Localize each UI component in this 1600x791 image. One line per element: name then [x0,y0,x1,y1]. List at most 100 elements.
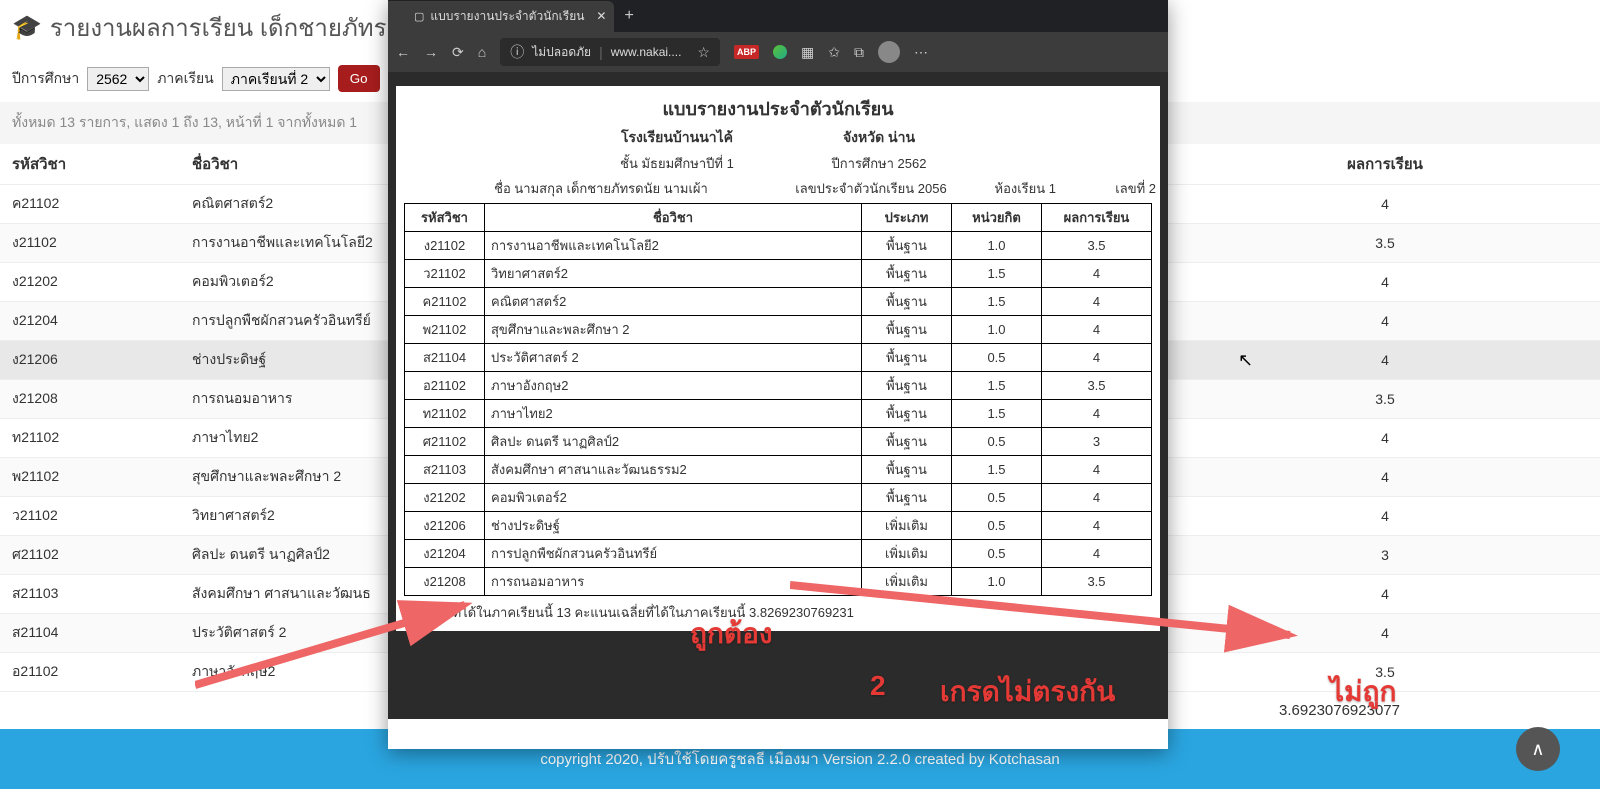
cell-grade: 4 [1042,456,1152,484]
cell-type: เพิ่มเติม [862,540,952,568]
cell-type: พื้นฐาน [862,372,952,400]
col-grade: ผลการเรียน [1170,144,1600,185]
cell-grade: 4 [1042,484,1152,512]
cell-credit: 1.0 [952,316,1042,344]
cell-subject: การงานอาชีพและเทคโนโลยี2 [485,232,862,260]
cell-code: ง21206 [0,341,180,380]
avatar[interactable] [878,41,900,63]
report-class: ชั้น มัธยมศึกษาปีที่ 1 [576,153,778,174]
cell-subject: การปลูกพืชผักสวนครัวอินทรีย์ [485,540,862,568]
cell-type: พื้นฐาน [862,400,952,428]
tab-bar: ▢ แบบรายงานประจำตัวนักเรียน ✕ + [388,0,1168,32]
cell-grade: 4 [1042,344,1152,372]
browser-toolbar: ← → ⟳ ⌂ ⓘ ไม่ปลอดภัย | www.nakai.... ☆ A… [388,32,1168,72]
cell-credit: 0.5 [952,540,1042,568]
cell-code: ท21102 [405,400,485,428]
report-no: เลขที่ 2 [1056,178,1156,199]
year-label: ปีการศึกษา [12,68,79,90]
collections-icon[interactable]: ⧉ [854,44,864,61]
status-strip [388,719,1168,749]
cell-code: ง21206 [405,512,485,540]
cell-grade: 4 [1170,419,1600,458]
cell-code: อ21102 [0,653,180,692]
cell-grade: 4 [1042,512,1152,540]
idm-icon[interactable] [773,45,787,59]
cell-code: ง21208 [0,380,180,419]
semester-select[interactable]: ภาคเรียนที่ 2 [222,67,330,91]
cell-code: ง21202 [0,263,180,302]
scroll-top-button[interactable]: ∧ [1516,727,1560,771]
abp-icon[interactable]: ABP [734,45,759,59]
mouse-cursor-icon: ↖ [1238,350,1253,371]
cell-subject: ช่างประดิษฐ์ [485,512,862,540]
refresh-icon[interactable]: ⟳ [452,44,464,61]
cell-type: พื้นฐาน [862,288,952,316]
cell-subject: วิทยาศาสตร์2 [485,260,862,288]
cell-code: ส21103 [0,575,180,614]
page-icon: ▢ [414,10,424,23]
rcol-grade: ผลการเรียน [1042,204,1152,232]
year-select[interactable]: 2562 [87,67,149,91]
extension-icon[interactable]: ▦ [801,44,814,61]
cell-code: ศ21102 [405,428,485,456]
new-tab-button[interactable]: + [614,7,643,25]
cell-code: ศ21102 [0,536,180,575]
table-row: พ21102สุขศึกษาและพละศึกษา 2พื้นฐาน1.04 [405,316,1152,344]
cell-credit: 1.5 [952,288,1042,316]
rcol-subject: ชื่อวิชา [485,204,862,232]
cell-code: พ21102 [405,316,485,344]
cell-grade: 4 [1170,302,1600,341]
report-title: แบบรายงานประจำตัวนักเรียน [396,92,1160,125]
rcol-code: รหัสวิชา [405,204,485,232]
cell-subject: สังคมศึกษา ศาสนาและวัฒนธรรม2 [485,456,862,484]
cell-credit: 0.5 [952,344,1042,372]
star-icon[interactable]: ☆ [697,44,710,61]
cell-grade: 4 [1042,260,1152,288]
cell-credit: 0.5 [952,512,1042,540]
cell-credit: 1.5 [952,372,1042,400]
browser-tab[interactable]: ▢ แบบรายงานประจำตัวนักเรียน ✕ [388,1,614,32]
cell-credit: 0.5 [952,484,1042,512]
cell-grade: 3.5 [1042,372,1152,400]
table-row: ส21104ประวัติศาสตร์ 2พื้นฐาน0.54 [405,344,1152,372]
cell-credit: 1.0 [952,232,1042,260]
cell-credit: 0.5 [952,428,1042,456]
cell-type: เพิ่มเติม [862,512,952,540]
cell-grade: 3.5 [1042,232,1152,260]
favorites-icon[interactable]: ✩ [828,44,840,61]
close-icon[interactable]: ✕ [596,9,606,23]
rcol-credit: หน่วยกิต [952,204,1042,232]
home-icon[interactable]: ⌂ [478,44,486,60]
cell-code: ง21102 [0,224,180,263]
more-icon[interactable]: ⋯ [914,44,930,61]
cell-code: พ21102 [0,458,180,497]
cell-subject: ศิลปะ ดนตรี นาฏศิลป์2 [485,428,862,456]
go-button[interactable]: Go [338,65,380,92]
insecure-label: ไม่ปลอดภัย [532,43,591,62]
graduation-cap-icon: 🎓 [12,13,42,42]
address-bar[interactable]: ⓘ ไม่ปลอดภัย | www.nakai.... ☆ [500,38,720,66]
cell-type: พื้นฐาน [862,428,952,456]
cell-credit: 1.5 [952,456,1042,484]
cell-code: ง21204 [405,540,485,568]
cell-grade: 4 [1170,341,1600,380]
cell-code: ค21102 [405,288,485,316]
cell-code: ค21102 [0,185,180,224]
table-row: ง21202คอมพิวเตอร์2พื้นฐาน0.54 [405,484,1152,512]
back-icon[interactable]: ← [396,44,410,60]
forward-icon[interactable]: → [424,44,438,60]
report-school: โรงเรียนบ้านนาไค้ [576,127,778,149]
cell-subject: ประวัติศาสตร์ 2 [485,344,862,372]
info-icon: ⓘ [510,42,524,62]
table-row: ส21103สังคมศึกษา ศาสนาและวัฒนธรรม2พื้นฐา… [405,456,1152,484]
cell-code: ว21102 [0,497,180,536]
cell-code: ว21102 [405,260,485,288]
report-name: ชื่อ นามสกุล เด็กชายภัทรดนัย นามเผ้า [416,178,786,199]
cell-grade: 4 [1170,458,1600,497]
url-text: www.nakai.... [611,45,682,59]
cell-credit: 1.5 [952,400,1042,428]
cell-code: ง21102 [405,232,485,260]
cell-grade: 4 [1170,185,1600,224]
cell-code: ง21204 [0,302,180,341]
report-table: รหัสวิชา ชื่อวิชา ประเภท หน่วยกิต ผลการเ… [404,203,1152,596]
